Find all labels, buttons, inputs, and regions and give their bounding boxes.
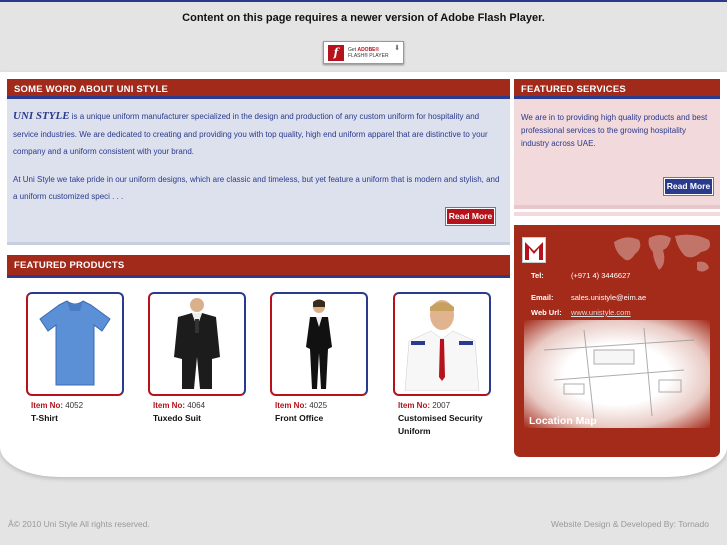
product-name[interactable]: Front Office	[275, 413, 323, 423]
about-body: UNI STYLE is a unique uniform manufactur…	[7, 99, 510, 215]
flash-logo-icon: f	[328, 44, 344, 61]
mail-icon	[522, 237, 546, 263]
flash-message: Content on this page requires a newer ve…	[182, 12, 545, 24]
front-office-image	[306, 299, 332, 389]
services-read-more-button[interactable]: Read More	[663, 177, 714, 196]
services-divider	[514, 212, 720, 216]
services-body: We are in to providing high quality prod…	[521, 113, 708, 148]
security-uniform-image	[404, 300, 480, 391]
product-card[interactable]: Item No: 2007 Customised Security Unifor…	[393, 292, 491, 438]
product-image-frame[interactable]	[148, 292, 246, 396]
about-read-more-button[interactable]: Read More	[445, 207, 496, 226]
contact-tel-row: Tel: (+971 4) 3446627	[531, 271, 631, 280]
product-name[interactable]: Customised Security Uniform	[398, 413, 483, 436]
contact-email-row: Email: sales.unistyle@eim.ae	[531, 293, 647, 302]
products-title: FEATURED PRODUCTS	[7, 255, 510, 278]
product-image-frame[interactable]	[270, 292, 368, 396]
tuxedo-image	[174, 298, 220, 389]
brand-name: UNI STYLE	[13, 110, 70, 122]
contact-web-row: Web Url: www.unistyle.com	[531, 308, 631, 317]
product-image-frame[interactable]	[393, 292, 491, 396]
flash-badge-text: Get ADOBE® FLASH® PLAYER	[348, 46, 389, 59]
products-section: FEATURED PRODUCTS	[7, 255, 510, 280]
get-flash-player-button[interactable]: f Get ADOBE® FLASH® PLAYER ⬇	[323, 41, 404, 64]
product-card[interactable]: Item No: 4052 T-Shirt	[26, 292, 124, 425]
top-border	[0, 0, 727, 2]
product-name[interactable]: T-Shirt	[31, 413, 58, 423]
location-map-image[interactable]	[524, 320, 710, 428]
product-card[interactable]: Item No: 4025 Front Office	[270, 292, 368, 425]
services-title: FEATURED SERVICES	[514, 79, 720, 99]
product-card[interactable]: Item No: 4064 Tuxedo Suit	[148, 292, 246, 425]
product-image-frame[interactable]	[26, 292, 124, 396]
product-info: Item No: 4025 Front Office	[275, 401, 328, 423]
location-map-title[interactable]: Location Map	[529, 415, 597, 427]
footer-credit[interactable]: Website Design & Developed By: Tornado	[551, 519, 709, 529]
footer-copyright: Â© 2010 Uni Style All rights reserved.	[8, 519, 150, 529]
product-info: Item No: 4064 Tuxedo Suit	[153, 401, 206, 423]
about-paragraph-2: At Uni Style we take pride in our unifor…	[13, 174, 500, 202]
web-url-link[interactable]: www.unistyle.com	[571, 308, 631, 317]
product-info: Item No: 2007 Customised Security Unifor…	[398, 401, 483, 436]
about-title: SOME WORD ABOUT UNI STYLE	[7, 79, 510, 99]
product-name[interactable]: Tuxedo Suit	[153, 413, 201, 423]
about-section: SOME WORD ABOUT UNI STYLE UNI STYLE is a…	[7, 79, 510, 245]
download-arrow-icon: ⬇	[394, 45, 400, 52]
tshirt-image	[39, 300, 111, 386]
about-paragraph-1: UNI STYLE is a unique uniform manufactur…	[13, 110, 488, 156]
contact-panel: Tel: (+971 4) 3446627 Email: sales.unistyl…	[514, 225, 720, 457]
product-info: Item No: 4052 T-Shirt	[31, 401, 84, 423]
